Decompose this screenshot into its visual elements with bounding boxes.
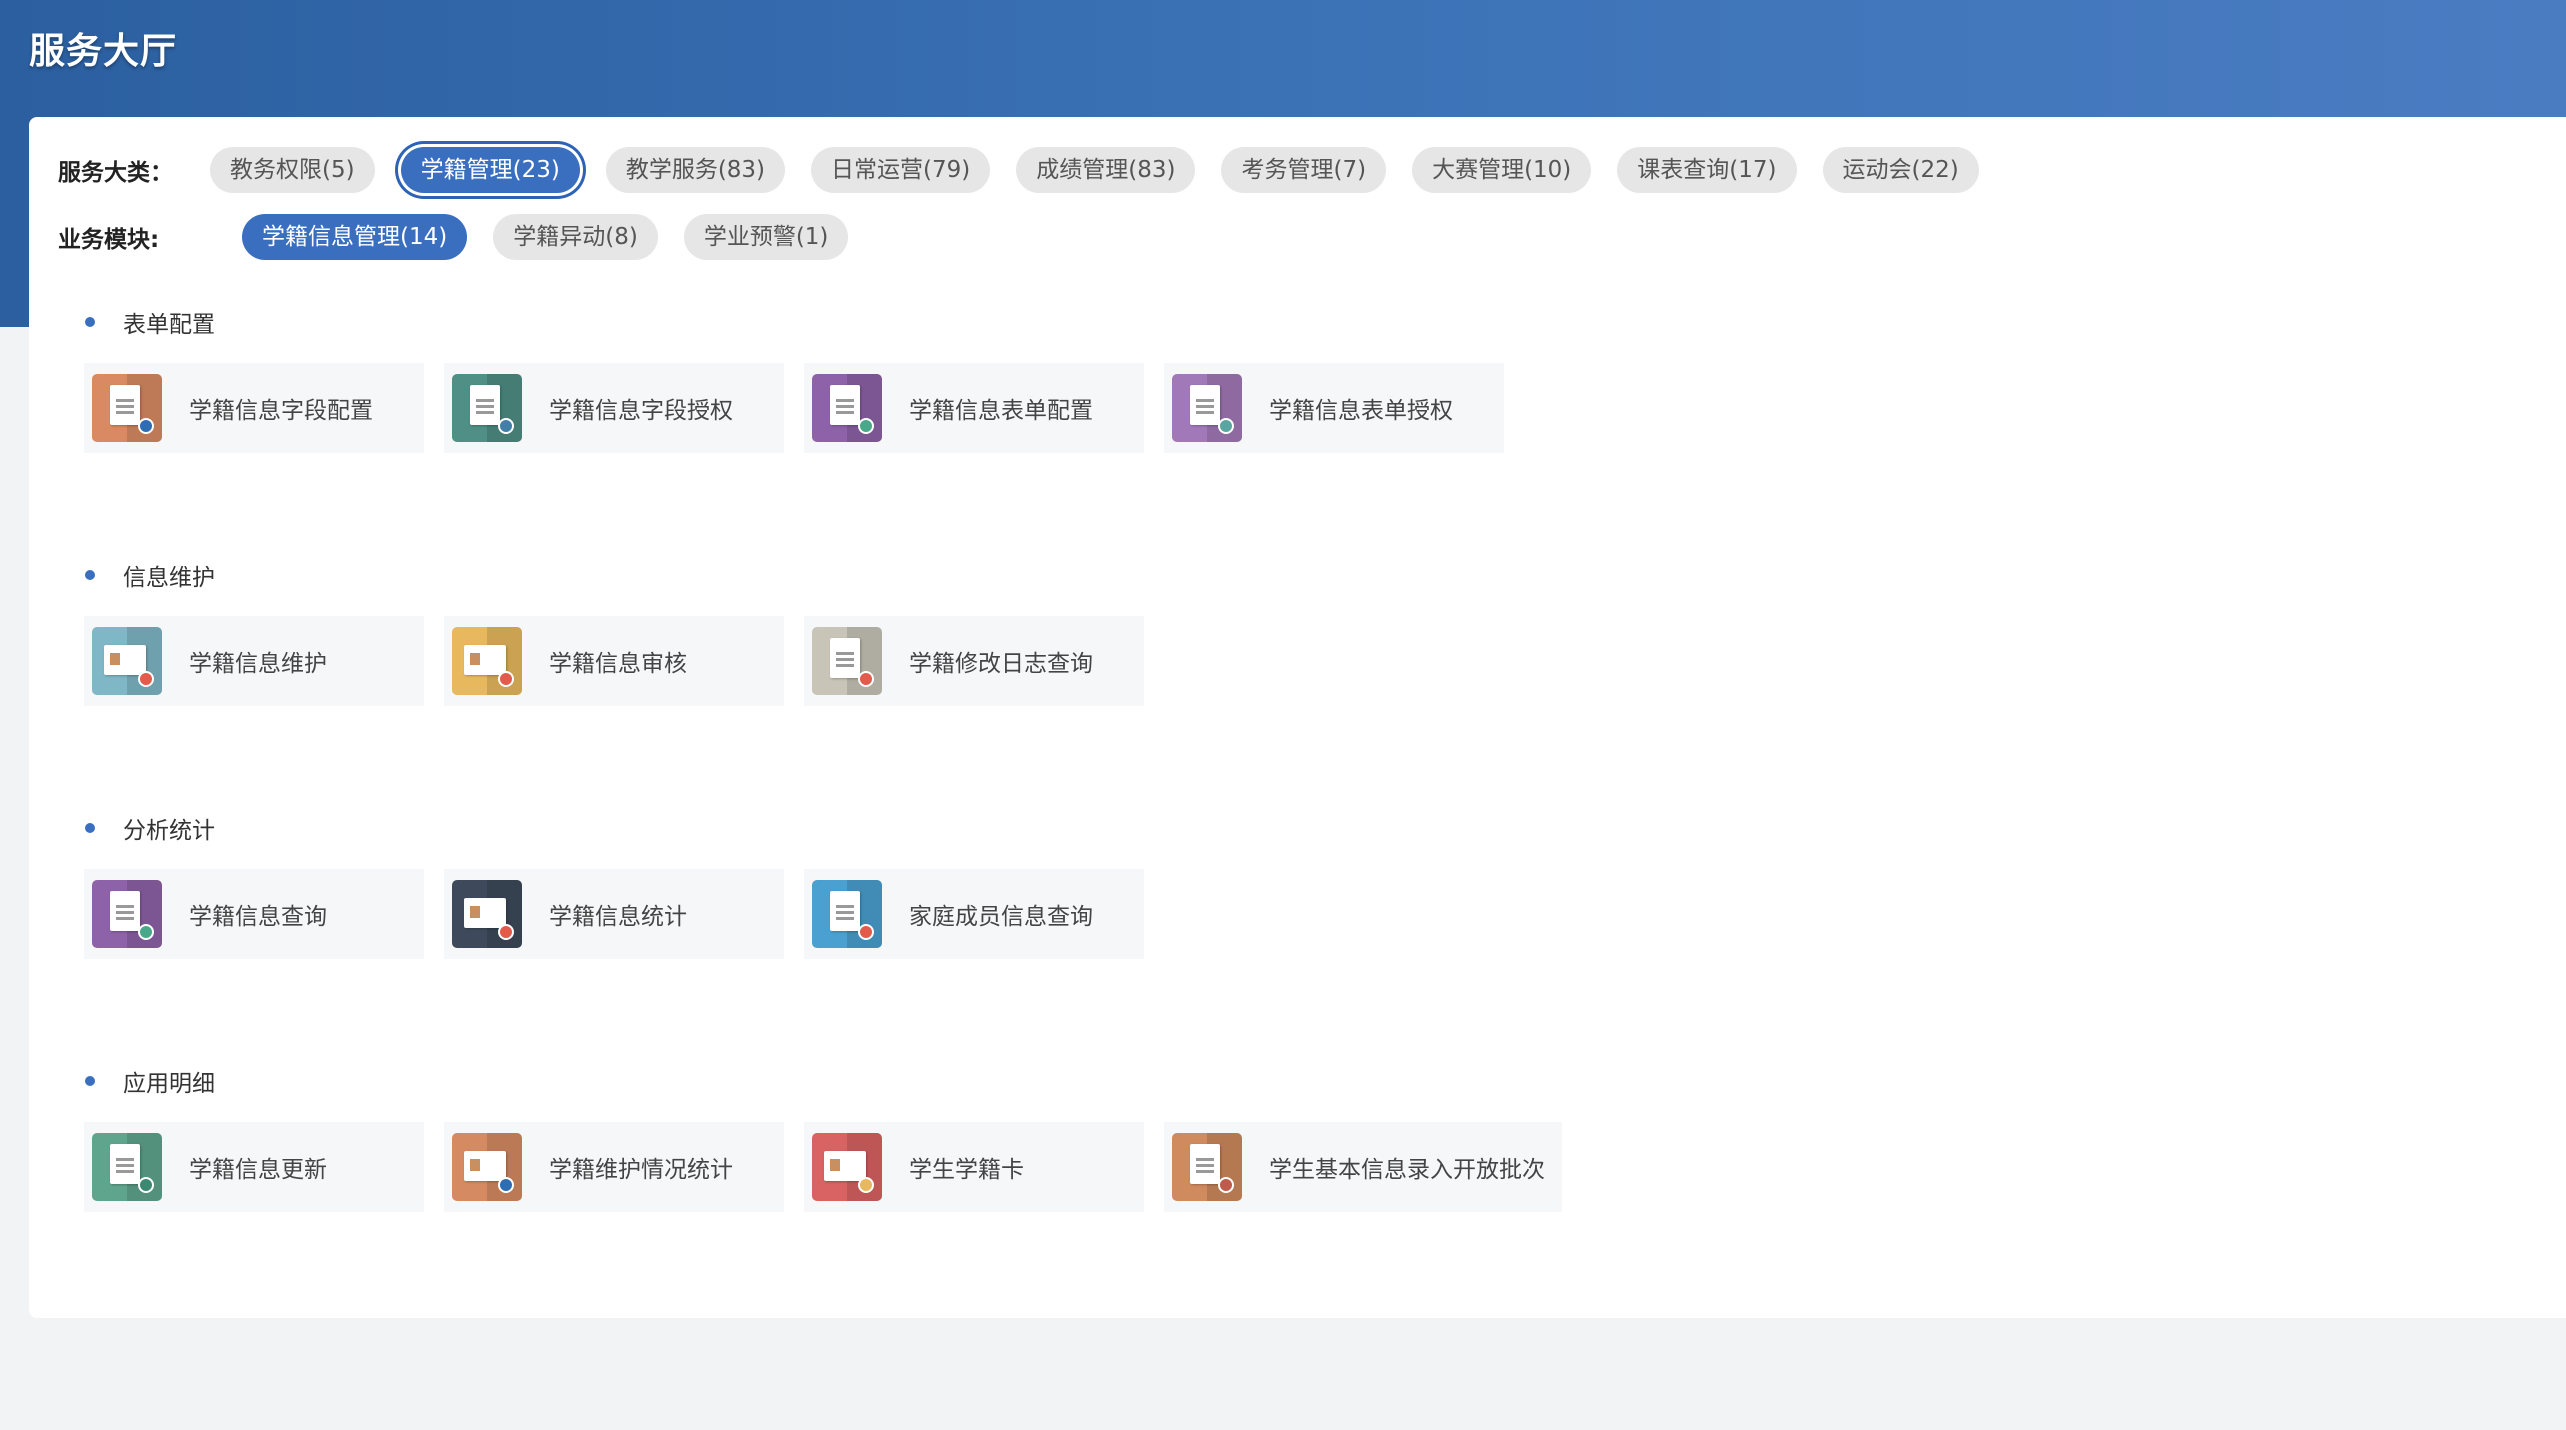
module-chip[interactable]: 学籍信息管理(14) [242, 214, 468, 260]
section-title: 分析统计 [85, 813, 1164, 844]
id-card-edit-icon [92, 627, 162, 695]
category-chip[interactable]: 运动会(22) [1822, 147, 1979, 193]
service-section: 表单配置学籍信息字段配置 学籍信息字段授权 学籍信息表单配置 学籍信息表单授权 [84, 307, 1524, 453]
category-filter-row: 服务大类： 教务权限(5) 学籍管理(23) 教学服务(83) 日常运营(79) 成绩管… [58, 147, 2005, 193]
service-tile-label: 学生基本信息录入开放批次 [1269, 1157, 1545, 1183]
service-tile-label: 学籍信息查询 [189, 904, 327, 930]
service-tile[interactable]: 学籍信息表单授权 [1164, 363, 1504, 453]
module-chip[interactable]: 学籍异动(8) [493, 214, 658, 260]
service-tile-label: 学籍信息更新 [189, 1157, 327, 1183]
category-chip[interactable]: 日常运营(79) [811, 147, 991, 193]
service-tile-label: 学籍修改日志查询 [909, 651, 1093, 677]
document-gear-icon [92, 374, 162, 442]
document-user-icon [452, 374, 522, 442]
service-tile-label: 学籍信息审核 [549, 651, 687, 677]
section-title-label: 表单配置 [123, 312, 215, 338]
bullet-dot-icon [85, 823, 95, 833]
service-section: 分析统计学籍信息查询 学籍信息统计 家庭成员信息查询 [84, 813, 1164, 959]
chart-card-icon [452, 880, 522, 948]
service-tile[interactable]: 学生基本信息录入开放批次 [1164, 1122, 1562, 1212]
service-tile-label: 学籍信息字段授权 [549, 398, 733, 424]
service-tile[interactable]: 学籍信息更新 [84, 1122, 424, 1212]
service-tile[interactable]: 学籍信息查询 [84, 869, 424, 959]
service-tile[interactable]: 学籍信息字段配置 [84, 363, 424, 453]
section-title-label: 信息维护 [123, 565, 215, 591]
bullet-dot-icon [85, 570, 95, 580]
document-search-icon [812, 880, 882, 948]
document-search-icon [92, 880, 162, 948]
section-title: 表单配置 [85, 307, 1524, 338]
id-card-check-icon [452, 627, 522, 695]
service-tile-label: 学籍信息表单配置 [909, 398, 1093, 424]
category-label: 服务大类： [58, 160, 173, 186]
service-section: 信息维护学籍信息维护 学籍信息审核 学籍修改日志查询 [84, 560, 1164, 706]
category-chip[interactable]: 学籍管理(23) [400, 147, 580, 193]
category-chip[interactable]: 大赛管理(10) [1412, 147, 1592, 193]
service-tile-label: 学籍信息统计 [549, 904, 687, 930]
service-tile[interactable]: 学籍维护情况统计 [444, 1122, 784, 1212]
section-title: 信息维护 [85, 560, 1164, 591]
section-title: 应用明细 [85, 1066, 1582, 1097]
module-filter-row: 业务模块: 学籍信息管理(14) 学籍异动(8) 学业预警(1) [58, 214, 874, 260]
refresh-document-icon [92, 1133, 162, 1201]
document-user-icon [1172, 374, 1242, 442]
service-tile[interactable]: 学籍信息审核 [444, 616, 784, 706]
service-card: 服务大类： 教务权限(5) 学籍管理(23) 教学服务(83) 日常运营(79) 成绩管… [29, 117, 2566, 1318]
service-tile[interactable]: 学籍信息表单配置 [804, 363, 1144, 453]
monitor-chart-icon [452, 1133, 522, 1201]
bullet-dot-icon [85, 1076, 95, 1086]
service-tile-label: 学生学籍卡 [909, 1157, 1024, 1183]
service-tile[interactable]: 学生学籍卡 [804, 1122, 1144, 1212]
document-search-icon [812, 374, 882, 442]
service-tile[interactable]: 学籍信息字段授权 [444, 363, 784, 453]
service-tile-label: 学籍信息维护 [189, 651, 327, 677]
service-tile[interactable]: 学籍信息统计 [444, 869, 784, 959]
service-tile[interactable]: 家庭成员信息查询 [804, 869, 1144, 959]
clipboard-list-icon [1172, 1133, 1242, 1201]
category-chip[interactable]: 课表查询(17) [1617, 147, 1797, 193]
clipboard-search-icon [812, 627, 882, 695]
service-tile-label: 家庭成员信息查询 [909, 904, 1093, 930]
category-chip[interactable]: 考务管理(7) [1221, 147, 1387, 193]
service-section: 应用明细学籍信息更新 学籍维护情况统计 学生学籍卡 学生基本信息录入开放批次 [84, 1066, 1582, 1212]
module-chip[interactable]: 学业预警(1) [683, 214, 849, 260]
page-title: 服务大厅 [29, 31, 178, 72]
service-tile[interactable]: 学籍修改日志查询 [804, 616, 1144, 706]
service-tile-label: 学籍信息字段配置 [189, 398, 373, 424]
service-tile-label: 学籍信息表单授权 [1269, 398, 1453, 424]
section-title-label: 分析统计 [123, 818, 215, 844]
student-card-icon [812, 1133, 882, 1201]
module-label: 业务模块: [58, 227, 160, 253]
service-tile-label: 学籍维护情况统计 [549, 1157, 733, 1183]
category-chip[interactable]: 教学服务(83) [605, 147, 786, 193]
section-title-label: 应用明细 [123, 1071, 215, 1097]
bullet-dot-icon [85, 317, 95, 327]
category-chip[interactable]: 教务权限(5) [210, 147, 375, 193]
service-tile[interactable]: 学籍信息维护 [84, 616, 424, 706]
category-chip[interactable]: 成绩管理(83) [1016, 147, 1196, 193]
